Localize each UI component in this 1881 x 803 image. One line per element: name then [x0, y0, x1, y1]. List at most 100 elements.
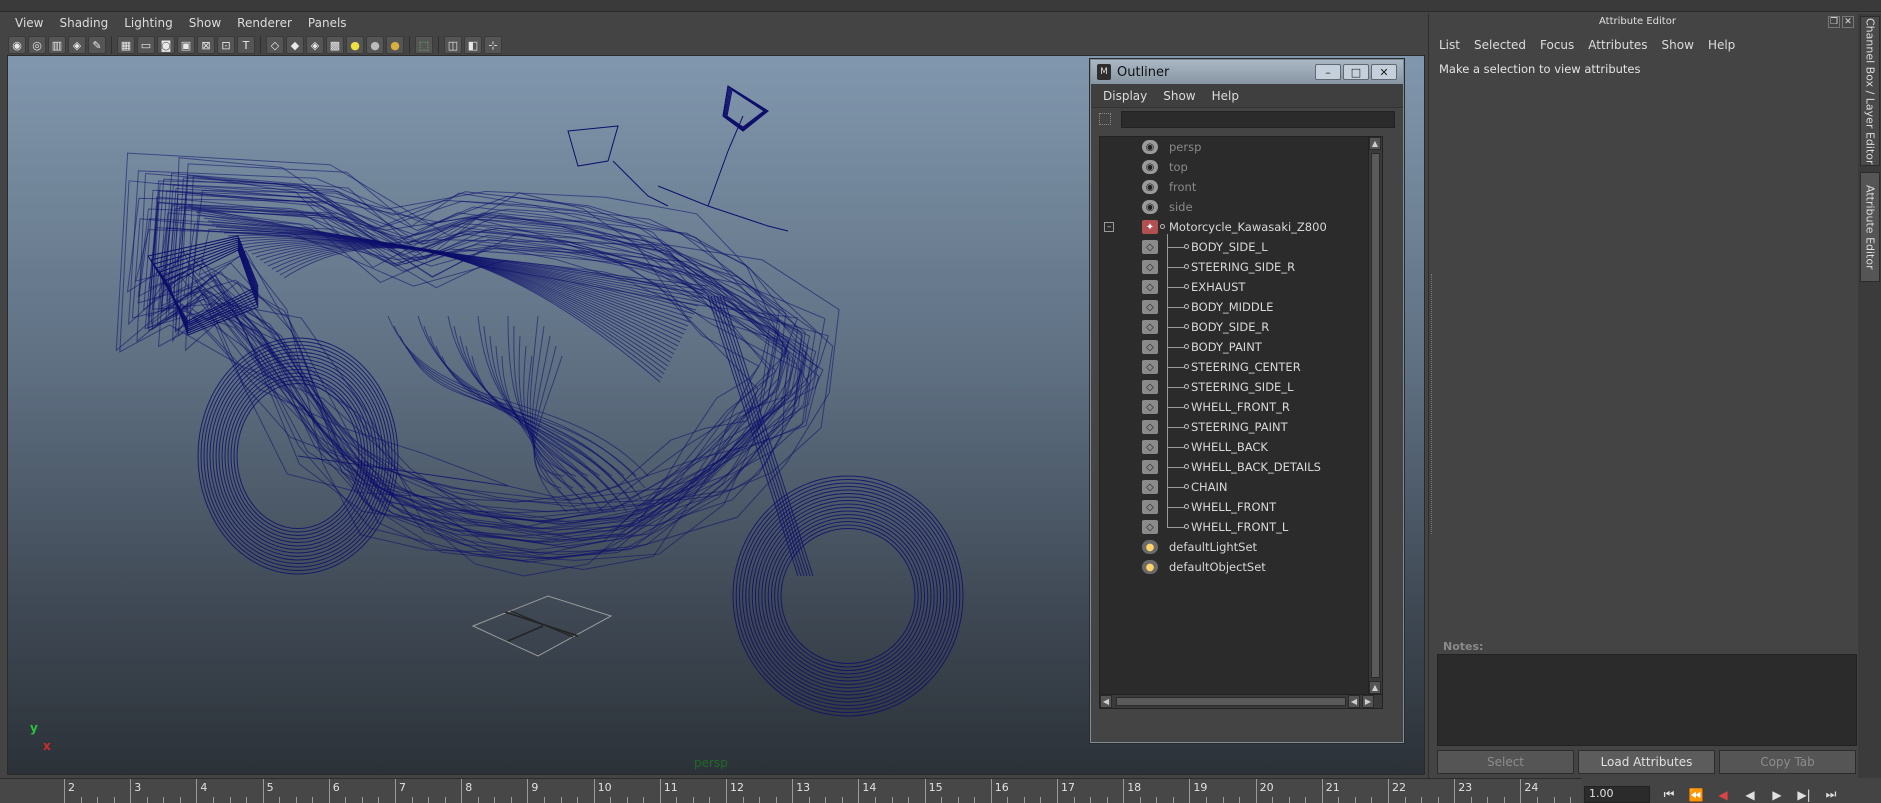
ae-menu-list[interactable]: List [1433, 36, 1466, 54]
scroll-down-icon[interactable]: ▲ [1369, 681, 1381, 694]
ambient-occlusion-icon[interactable]: ● [386, 36, 404, 54]
isolate-select-icon[interactable]: ⬚ [415, 36, 433, 54]
time-slider[interactable]: 2 3 4 5 6 7 8 9 10 11 12 13 14 15 16 17 18 19 20 21 22 23 24 [0, 778, 1582, 803]
outliner-horizontal-scrollbar[interactable]: ◀ ◀ ▶ [1100, 694, 1382, 708]
textured-icon[interactable]: ▩ [326, 36, 344, 54]
outliner-menu-display[interactable]: Display [1099, 87, 1151, 105]
tree-item-default-light-set[interactable]: ● defaultLightSet [1100, 537, 1382, 557]
outliner-tree[interactable]: ◉ persp ◉ top ◉ front ◉ side – ✦ Motorcycle_… [1099, 136, 1383, 709]
gate-mask-icon[interactable]: ▣ [177, 36, 195, 54]
tree-item-mesh[interactable]: ◇ EXHAUST [1100, 277, 1382, 297]
step-back-frame-icon[interactable]: ◀ [1712, 786, 1734, 803]
scroll-thumb[interactable] [1116, 697, 1346, 706]
two-d-pan-icon[interactable]: ✎ [88, 36, 106, 54]
tree-item-mesh[interactable]: ◇ WHELL_FRONT_R [1100, 397, 1382, 417]
tree-item-mesh[interactable]: ◇ WHELL_FRONT_L [1100, 517, 1382, 537]
tree-item-mesh[interactable]: ◇ CHAIN [1100, 477, 1382, 497]
scroll-left-icon[interactable]: ◀ [1348, 695, 1360, 708]
outliner-vertical-scrollbar[interactable]: ▲ ▲ ▼ [1368, 137, 1382, 708]
outliner-search-input[interactable] [1121, 110, 1395, 128]
tree-item-mesh[interactable]: ◇ WHELL_BACK [1100, 437, 1382, 457]
ae-menu-show[interactable]: Show [1656, 36, 1700, 54]
current-time-field[interactable]: 1.00 [1584, 786, 1650, 803]
load-attributes-button[interactable]: Load Attributes [1578, 750, 1715, 774]
ae-menu-focus[interactable]: Focus [1534, 36, 1580, 54]
timeline-subtick [1106, 797, 1108, 803]
scroll-right-icon[interactable]: ▶ [1362, 695, 1374, 708]
tree-item-mesh[interactable]: ◇ BODY_MIDDLE [1100, 297, 1382, 317]
film-gate-icon[interactable]: ▭ [137, 36, 155, 54]
go-to-end-icon[interactable]: ⏭ [1820, 786, 1842, 803]
default-light-icon[interactable]: ● [346, 36, 364, 54]
resolution-gate-icon[interactable]: ◙ [157, 36, 175, 54]
close-button[interactable]: ✕ [1371, 64, 1397, 80]
tree-item-mesh[interactable]: ◇ STEERING_CENTER [1100, 357, 1382, 377]
tree-item-side[interactable]: ◉ side [1100, 197, 1382, 217]
tree-item-mesh[interactable]: ◇ STEERING_SIDE_L [1100, 377, 1382, 397]
menu-lighting[interactable]: Lighting [117, 14, 180, 32]
tree-item-default-object-set[interactable]: ● defaultObjectSet [1100, 557, 1382, 577]
select-button[interactable]: Select [1437, 750, 1574, 774]
scroll-left-icon[interactable]: ◀ [1100, 695, 1112, 708]
copy-tab-button[interactable]: Copy Tab [1719, 750, 1856, 774]
side-tabs: Channel Box / Layer Editor Attribute Edi… [1858, 14, 1881, 778]
backface-icon[interactable]: ◧ [464, 36, 482, 54]
ae-menu-help[interactable]: Help [1702, 36, 1741, 54]
maximize-button[interactable]: □ [1343, 64, 1369, 80]
field-chart-icon[interactable]: ⊠ [197, 36, 215, 54]
tree-item-top[interactable]: ◉ top [1100, 157, 1382, 177]
step-forward-frame-icon[interactable]: ▶| [1793, 786, 1815, 803]
tree-item-motorcycle-group[interactable]: – ✦ Motorcycle_Kawasaki_Z800 [1100, 217, 1382, 237]
xray-icon[interactable]: ◫ [444, 36, 462, 54]
shadows-icon[interactable]: ● [366, 36, 384, 54]
grid-icon[interactable]: ▦ [117, 36, 135, 54]
outliner-menu-help[interactable]: Help [1208, 87, 1243, 105]
image-plane-icon[interactable]: ◈ [68, 36, 86, 54]
safe-action-icon[interactable]: ⊡ [217, 36, 235, 54]
menu-renderer[interactable]: Renderer [230, 14, 299, 32]
joint-xray-icon[interactable]: ⊹ [484, 36, 502, 54]
panel-menu: View Shading Lighting Show Renderer Pane… [8, 14, 354, 32]
tree-item-mesh[interactable]: ◇ STEERING_PAINT [1100, 417, 1382, 437]
tab-attribute-editor[interactable]: Attribute Editor [1860, 172, 1880, 282]
resize-grip[interactable] [1431, 274, 1434, 534]
menu-view[interactable]: View [8, 14, 50, 32]
timeline-subtick [361, 797, 363, 803]
wireframe-on-shaded-icon[interactable]: ◈ [306, 36, 324, 54]
play-backward-icon[interactable]: ◀ [1739, 786, 1761, 803]
tree-item-mesh[interactable]: ◇ WHELL_BACK_DETAILS [1100, 457, 1382, 477]
safe-title-icon[interactable]: T [237, 36, 255, 54]
collapse-toggle-icon[interactable]: – [1104, 222, 1114, 232]
tree-item-mesh[interactable]: ◇ BODY_SIDE_R [1100, 317, 1382, 337]
step-back-key-icon[interactable]: ⏪ [1685, 786, 1707, 803]
minimize-button[interactable]: – [1315, 64, 1341, 80]
notes-field[interactable] [1437, 654, 1857, 746]
tree-item-mesh[interactable]: ◇ BODY_SIDE_L [1100, 237, 1382, 257]
tree-item-mesh[interactable]: ◇ WHELL_FRONT [1100, 497, 1382, 517]
select-camera-icon[interactable]: ◉ [8, 36, 26, 54]
close-panel-icon[interactable]: ✕ [1842, 16, 1854, 28]
scroll-thumb[interactable] [1371, 153, 1380, 678]
tab-channel-box[interactable]: Channel Box / Layer Editor [1860, 16, 1880, 166]
outliner-menu-show[interactable]: Show [1159, 87, 1199, 105]
timeline-tick [792, 779, 794, 803]
bookmarks-icon[interactable]: ▥ [48, 36, 66, 54]
menu-show[interactable]: Show [182, 14, 228, 32]
menu-shading[interactable]: Shading [52, 14, 115, 32]
wireframe-icon[interactable]: ◇ [266, 36, 284, 54]
outliner-titlebar[interactable]: M Outliner – □ ✕ [1091, 60, 1403, 84]
tree-item-mesh[interactable]: ◇ STEERING_SIDE_R [1100, 257, 1382, 277]
scroll-up-icon[interactable]: ▲ [1369, 137, 1381, 150]
tree-item-persp[interactable]: ◉ persp [1100, 137, 1382, 157]
smooth-shade-icon[interactable]: ◆ [286, 36, 304, 54]
play-forward-icon[interactable]: ▶ [1766, 786, 1788, 803]
ae-menu-attributes[interactable]: Attributes [1582, 36, 1653, 54]
tree-item-mesh[interactable]: ◇ BODY_PAINT [1100, 337, 1382, 357]
ae-menu-selected[interactable]: Selected [1468, 36, 1532, 54]
float-panel-icon[interactable]: ❐ [1828, 16, 1840, 28]
menu-panels[interactable]: Panels [301, 14, 354, 32]
timeline-frame-label: 2 [68, 781, 75, 794]
camera-attributes-icon[interactable]: ◎ [28, 36, 46, 54]
tree-item-front[interactable]: ◉ front [1100, 177, 1382, 197]
go-to-start-icon[interactable]: ⏮ [1658, 786, 1680, 803]
